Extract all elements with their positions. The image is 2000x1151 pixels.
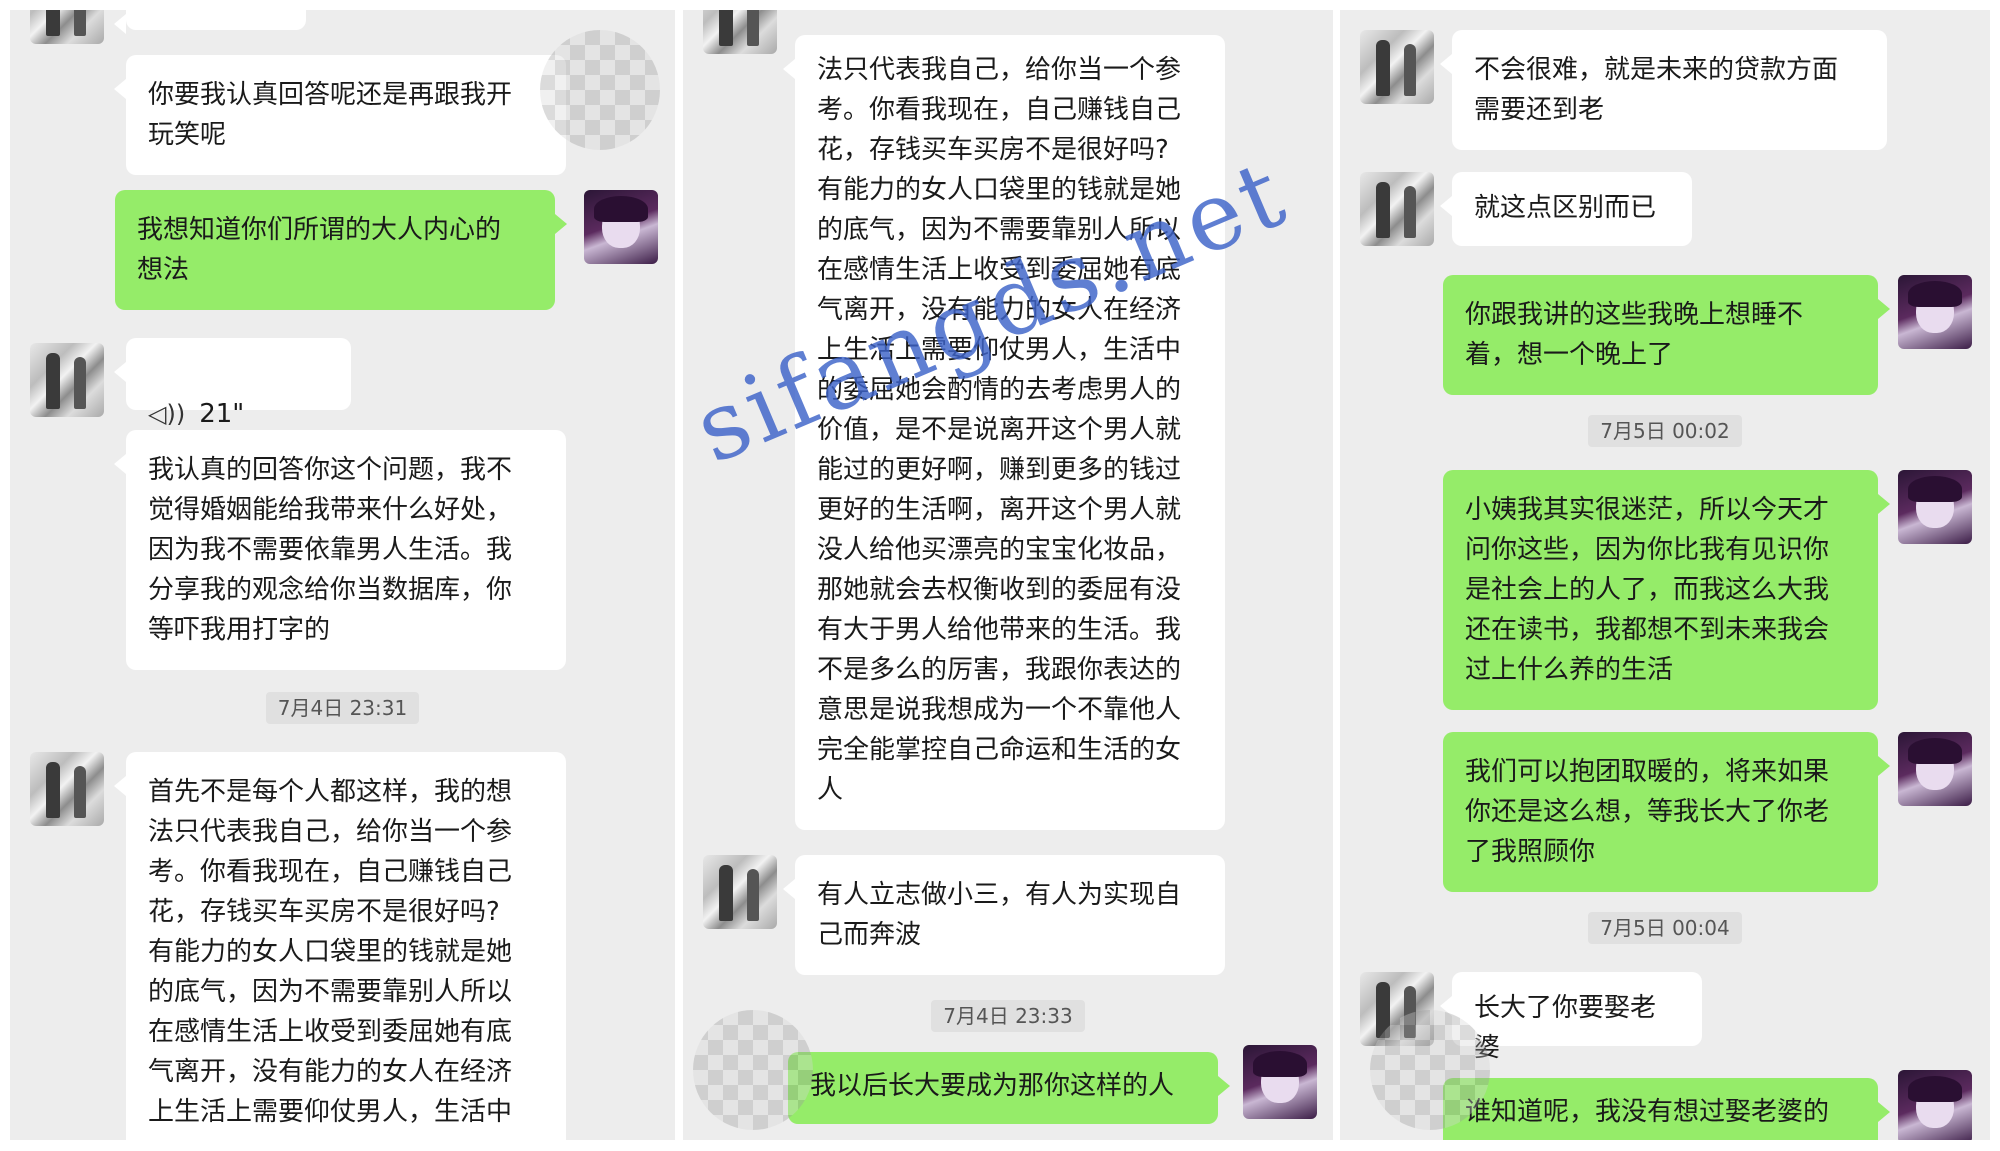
message-bubble-outgoing[interactable]: 我想知道你们所谓的大人内心的 想法 — [115, 190, 567, 310]
user-avatar[interactable] — [584, 190, 658, 264]
user-avatar[interactable] — [1898, 1070, 1972, 1140]
message-bubble-incoming[interactable]: 就这点区别而已 — [1440, 172, 1692, 246]
message-bubble-outgoing[interactable]: 我以后长大要成为那你这样的人 — [788, 1052, 1230, 1124]
voice-message[interactable]: ◁)) 21" — [114, 338, 351, 429]
contact-avatar[interactable] — [703, 855, 777, 929]
message-bubble-incoming[interactable]: 不会很难，就是未来的贷款方面 需要还到老 — [1440, 30, 1887, 150]
message-bubble-incoming[interactable]: 你要我认真回答呢还是再跟我开 玩笑呢 — [114, 55, 566, 175]
timestamp: 7月4日 23:31 — [10, 692, 675, 724]
user-avatar[interactable] — [1898, 275, 1972, 349]
contact-avatar[interactable] — [1360, 30, 1434, 104]
contact-avatar[interactable] — [30, 343, 104, 417]
message-bubble-incoming[interactable]: 长大了你要娶老婆 — [1440, 972, 1702, 1063]
message-bubble-incoming[interactable] — [114, 10, 306, 34]
voice-duration: 21" — [199, 399, 245, 429]
message-bubble-outgoing[interactable]: 你跟我讲的这些我晚上想睡不 着，想一个晚上了 — [1443, 275, 1890, 395]
contact-avatar[interactable] — [1360, 172, 1434, 246]
contact-avatar[interactable] — [30, 10, 104, 44]
pixelation-overlay — [1370, 1010, 1490, 1130]
chat-panel-2: 法只代表我自己，给你当一个参 考。你看我现在，自己赚钱自己 花，存钱买车买房不是… — [683, 10, 1333, 1140]
user-avatar[interactable] — [1898, 470, 1972, 544]
pixelation-overlay — [693, 1010, 813, 1130]
message-bubble-incoming[interactable]: 法只代表我自己，给你当一个参 考。你看我现在，自己赚钱自己 花，存钱买车买房不是… — [783, 35, 1225, 830]
pixelation-overlay — [540, 30, 660, 150]
message-bubble-outgoing[interactable]: 我们可以抱团取暖的，将来如果 你还是这么想，等我长大了你老 了我照顾你 — [1443, 732, 1890, 892]
message-bubble-incoming[interactable]: 首先不是每个人都这样，我的想 法只代表我自己，给你当一个参 考。你看我现在，自己… — [114, 752, 566, 1140]
chat-panel-1: 你要我认真回答呢还是再跟我开 玩笑呢 我想知道你们所谓的大人内心的 想法 ◁))… — [10, 10, 675, 1140]
message-bubble-incoming[interactable]: 有人立志做小三，有人为实现自 己而奔波 — [783, 855, 1225, 975]
user-avatar[interactable] — [1243, 1045, 1317, 1119]
message-bubble-incoming[interactable]: 我认真的回答你这个问题，我不 觉得婚姻能给我带来什么好处， 因为我不需要依靠男人… — [114, 430, 566, 670]
contact-avatar[interactable] — [30, 752, 104, 826]
message-bubble-outgoing[interactable]: 小姨我其实很迷茫，所以今天才 问你这些，因为你比我有见识你 是社会上的人了，而我… — [1443, 470, 1890, 710]
user-avatar[interactable] — [1898, 732, 1972, 806]
message-bubble-outgoing[interactable]: 谁知道呢，我没有想过娶老婆的 — [1443, 1078, 1890, 1140]
timestamp: 7月5日 00:04 — [1340, 912, 1990, 944]
timestamp: 7月5日 00:02 — [1340, 415, 1990, 447]
contact-avatar[interactable] — [703, 10, 777, 54]
chat-panel-3: 不会很难，就是未来的贷款方面 需要还到老 就这点区别而已 你跟我讲的这些我晚上想… — [1340, 10, 1990, 1140]
voice-wave-icon: ◁)) — [148, 400, 186, 428]
